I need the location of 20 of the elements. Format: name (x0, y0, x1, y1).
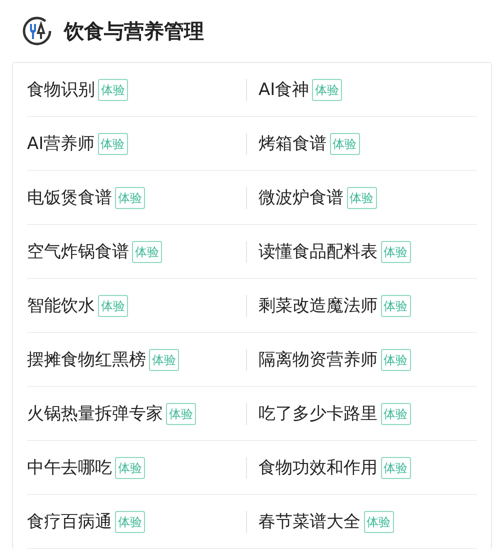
tool-link[interactable]: 烤箱食谱 (258, 132, 326, 155)
tool-link[interactable]: 微波炉食谱 (258, 186, 344, 209)
tool-link[interactable]: 隔离物资营养师 (258, 348, 378, 371)
tool-link[interactable]: AI营养师 (27, 132, 95, 155)
tool-link[interactable]: 电饭煲食谱 (27, 186, 112, 209)
tool-link[interactable]: 火锅热量拆弹专家 (27, 402, 163, 425)
tool-link[interactable]: 食疗百病通 (27, 510, 112, 533)
tool-link[interactable]: AI食神 (258, 78, 310, 101)
tool-link[interactable]: 春节菜谱大全 (258, 510, 360, 533)
tool-link[interactable]: 中午去哪吃 (27, 456, 112, 479)
tool-link[interactable]: 食物功效和作用 (258, 456, 378, 479)
tool-link[interactable]: 智能饮水 (27, 294, 95, 317)
section-title: 饮食与营养管理 (64, 18, 204, 44)
utensils-icon (22, 16, 52, 46)
tool-link[interactable]: 空气炸锅食谱 (27, 240, 129, 263)
tool-link[interactable]: 食物识别 (27, 78, 95, 101)
tool-link[interactable]: 吃了多少卡路里 (258, 402, 378, 425)
tool-link[interactable]: 剩菜改造魔法师 (258, 294, 378, 317)
tool-link[interactable]: 读懂食品配料表 (258, 240, 378, 263)
tool-link[interactable]: 摆摊食物红黑榜 (27, 348, 146, 371)
